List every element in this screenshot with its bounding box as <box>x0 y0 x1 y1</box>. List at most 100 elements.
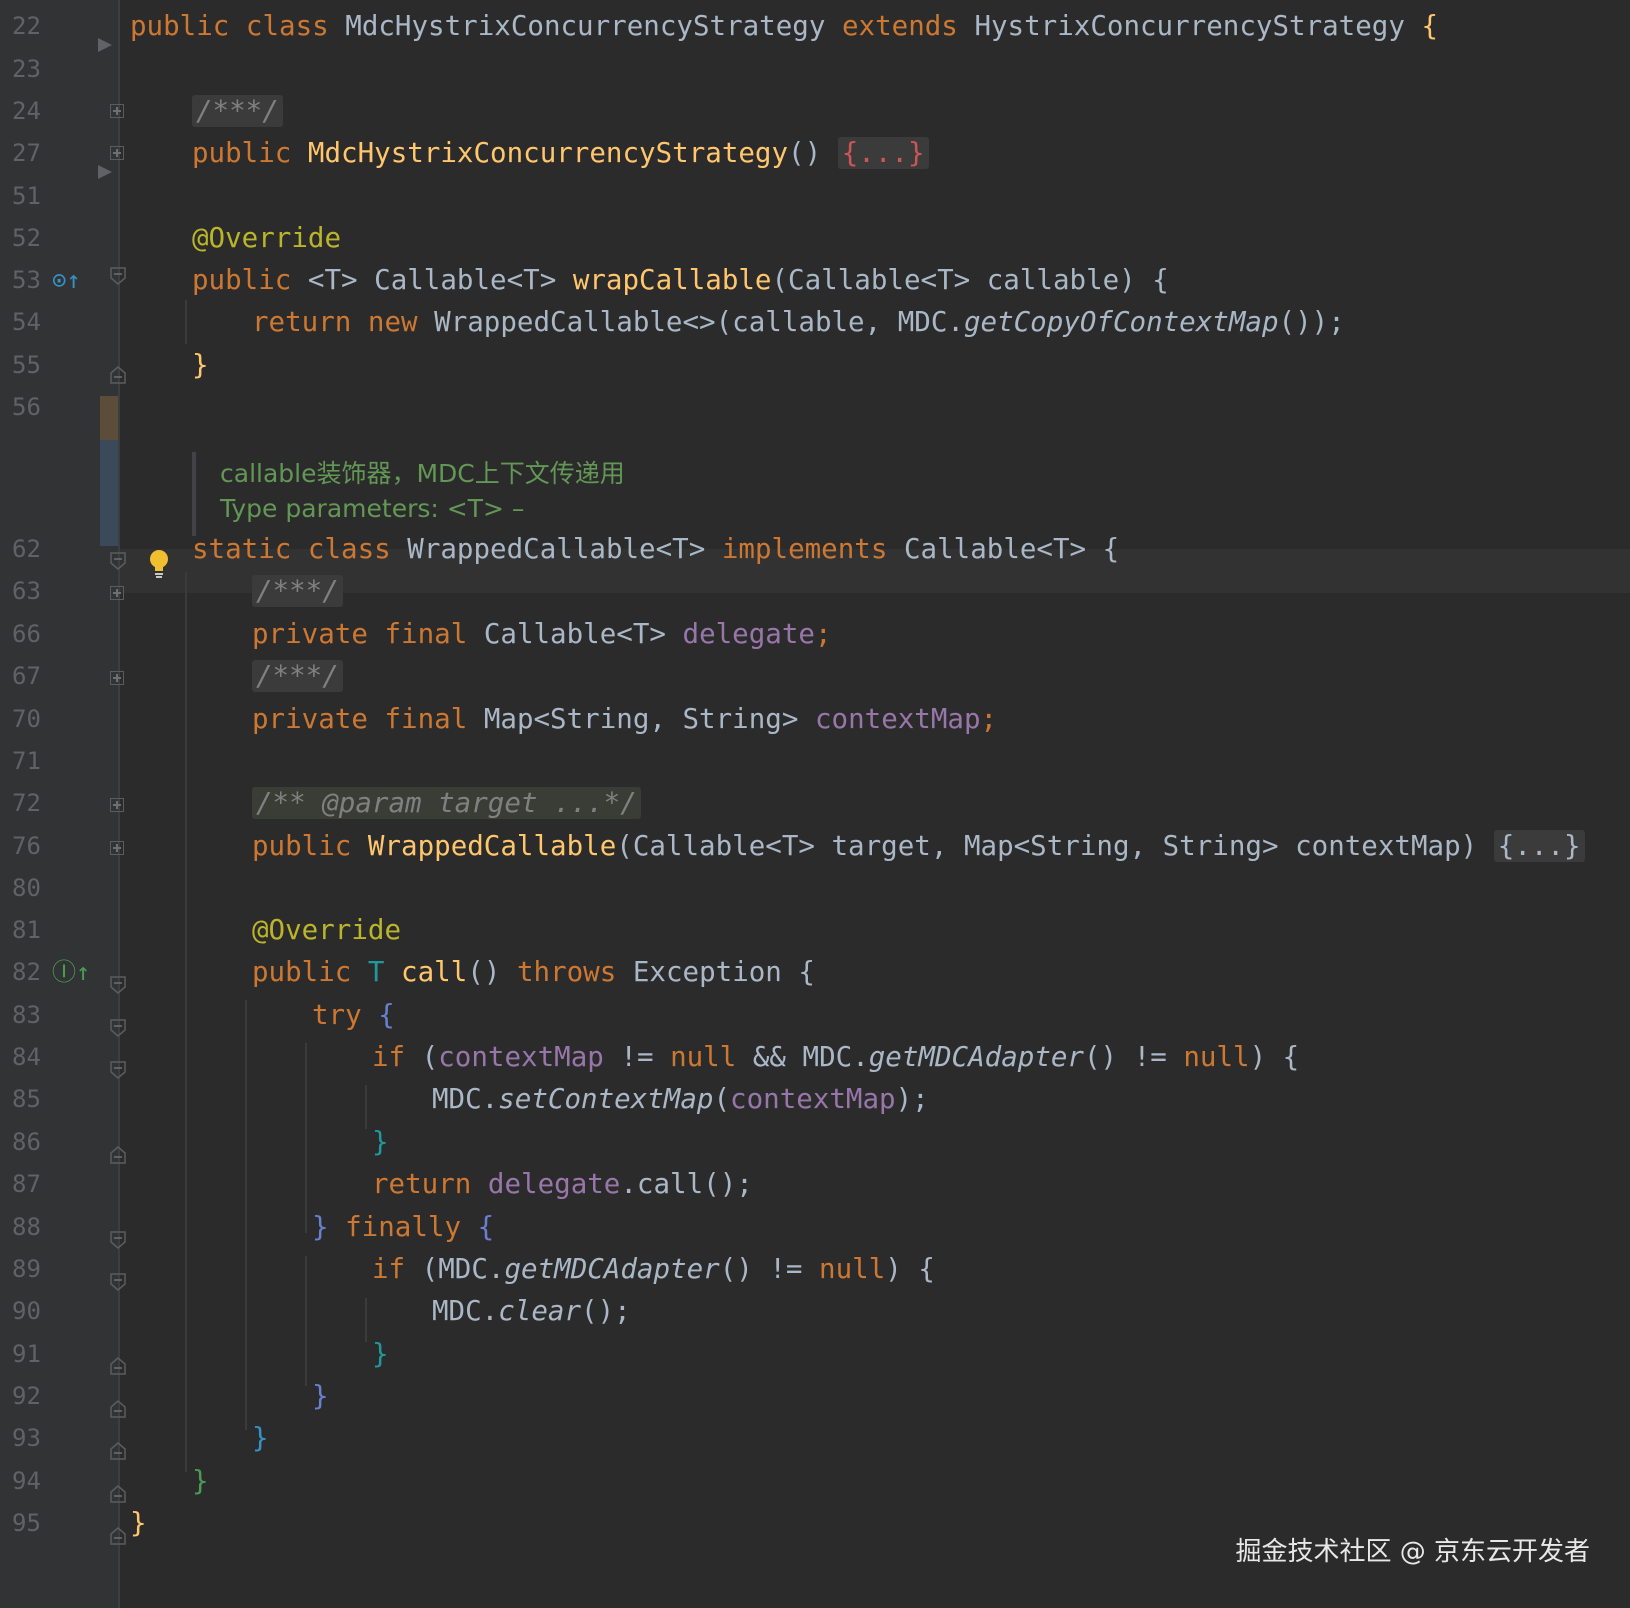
line-number[interactable]: 94 <box>12 1459 52 1503</box>
fold-down-icon[interactable] <box>110 1231 126 1249</box>
field-ref: contextMap <box>730 1083 896 1115</box>
code-line-52[interactable]: @Override <box>192 216 341 260</box>
line-number[interactable]: 52 <box>12 216 52 260</box>
line-number[interactable]: 70 <box>12 697 52 741</box>
line-number[interactable]: 91 <box>12 1332 52 1376</box>
field-ref: delegate <box>487 1168 621 1200</box>
folded-doc-comment[interactable]: /***/ <box>192 95 283 127</box>
line-number[interactable]: 80 <box>12 866 52 910</box>
code-line-81[interactable]: @Override <box>252 908 401 952</box>
code-line-76[interactable]: public WrappedCallable(Callable<T> targe… <box>252 824 1585 868</box>
fold-up-icon[interactable] <box>110 1400 126 1418</box>
code-line-53[interactable]: public <T> Callable<T> wrapCallable(Call… <box>192 258 1169 302</box>
fold-plus-icon[interactable] <box>110 146 124 160</box>
code-line-92[interactable]: } <box>312 1374 329 1418</box>
folded-doc-comment[interactable]: /***/ <box>252 660 343 692</box>
line-number[interactable]: 56 <box>12 385 52 429</box>
fold-plus-icon[interactable] <box>110 798 124 812</box>
line-number[interactable]: 87 <box>12 1162 52 1206</box>
code-line-94[interactable]: } <box>192 1459 209 1503</box>
line-number[interactable]: 22 <box>12 4 52 48</box>
folded-doc-comment[interactable]: /***/ <box>252 575 343 607</box>
code-line-88[interactable]: } finally { <box>312 1205 494 1249</box>
type-param: T <box>367 956 385 988</box>
code-line-87[interactable]: return delegate.call(); <box>372 1162 753 1206</box>
fold-down-icon[interactable] <box>110 552 126 570</box>
line-number[interactable]: 66 <box>12 612 52 656</box>
fold-up-icon[interactable] <box>110 1442 126 1460</box>
fold-down-icon[interactable] <box>110 1273 126 1291</box>
code-line-85[interactable]: MDC.setContextMap(contextMap); <box>432 1077 929 1121</box>
override-icon[interactable]: ⊙↑ <box>52 258 81 302</box>
fold-arrow-icon[interactable] <box>98 165 112 179</box>
code-line-27[interactable]: public MdcHystrixConcurrencyStrategy() {… <box>192 131 929 175</box>
brace: } <box>372 1126 389 1158</box>
line-number[interactable]: 92 <box>12 1374 52 1418</box>
line-number[interactable]: 84 <box>12 1035 52 1079</box>
code-line-70[interactable]: private final Map<String, String> contex… <box>252 697 997 741</box>
fold-up-icon[interactable] <box>110 1357 126 1375</box>
fold-up-icon[interactable] <box>110 1485 126 1503</box>
lightbulb-icon[interactable] <box>148 549 170 579</box>
code-line-55[interactable]: } <box>192 343 209 387</box>
code-line-95[interactable]: } <box>130 1501 147 1545</box>
code-line-24[interactable]: /***/ <box>192 89 283 133</box>
line-number[interactable]: 83 <box>12 993 52 1037</box>
line-number[interactable]: 76 <box>12 824 52 868</box>
code-line-83[interactable]: try { <box>312 993 395 1037</box>
fold-plus-icon[interactable] <box>110 841 124 855</box>
code-line-54[interactable]: return new WrappedCallable<>(callable, M… <box>252 300 1345 344</box>
line-number[interactable]: 88 <box>12 1205 52 1249</box>
field-name: contextMap <box>814 703 981 735</box>
code-line-91[interactable]: } <box>372 1332 389 1376</box>
line-number[interactable]: 89 <box>12 1247 52 1291</box>
fold-down-icon[interactable] <box>110 976 126 994</box>
fold-up-icon[interactable] <box>110 1527 126 1545</box>
line-number[interactable]: 23 <box>12 47 52 91</box>
folded-body[interactable]: {...} <box>1493 830 1585 862</box>
line-number[interactable]: 63 <box>12 569 52 613</box>
code-line-84[interactable]: if (contextMap != null && MDC.getMDCAdap… <box>372 1035 1299 1079</box>
fold-down-icon[interactable] <box>110 1019 126 1037</box>
fold-down-icon[interactable] <box>110 267 126 285</box>
code-line-72[interactable]: /** @param target ...*/ <box>252 781 641 825</box>
folded-body[interactable]: {...} <box>837 137 929 169</box>
code-line-67[interactable]: /***/ <box>252 654 343 698</box>
code-line-89[interactable]: if (MDC.getMDCAdapter() != null) { <box>372 1247 935 1291</box>
code-line-93[interactable]: } <box>252 1416 269 1460</box>
line-number[interactable]: 81 <box>12 908 52 952</box>
type: Map<String, String> <box>483 703 799 735</box>
fold-plus-icon[interactable] <box>110 104 124 118</box>
implements-icon[interactable]: Ⓘ↑ <box>52 950 90 994</box>
fold-down-icon[interactable] <box>110 1061 126 1079</box>
line-number[interactable]: 62 <box>12 527 52 571</box>
line-number[interactable]: 55 <box>12 343 52 387</box>
line-number[interactable]: 93 <box>12 1416 52 1460</box>
line-number[interactable]: 85 <box>12 1077 52 1121</box>
code-line-86[interactable]: } <box>372 1120 389 1164</box>
code-line-90[interactable]: MDC.clear(); <box>432 1289 631 1333</box>
fold-arrow-icon[interactable] <box>98 38 112 52</box>
line-number[interactable]: 51 <box>12 174 52 218</box>
line-number[interactable]: 90 <box>12 1289 52 1333</box>
fold-plus-icon[interactable] <box>110 671 124 685</box>
line-number[interactable]: 71 <box>12 739 52 783</box>
fold-up-icon[interactable] <box>110 366 126 384</box>
code-line-62[interactable]: static class WrappedCallable<T> implemen… <box>192 527 1119 571</box>
fold-plus-icon[interactable] <box>110 586 124 600</box>
line-number[interactable]: 95 <box>12 1501 52 1545</box>
line-number[interactable]: 53 <box>12 258 52 302</box>
code-line-82[interactable]: public T call() throws Exception { <box>252 950 815 994</box>
line-number[interactable]: 82 <box>12 950 52 994</box>
code-line-63[interactable]: /***/ <box>252 569 343 613</box>
line-number[interactable]: 72 <box>12 781 52 825</box>
line-number[interactable]: 67 <box>12 654 52 698</box>
folded-doc-comment[interactable]: /** @param target ...*/ <box>252 787 641 819</box>
line-number[interactable]: 86 <box>12 1120 52 1164</box>
fold-up-icon[interactable] <box>110 1146 126 1164</box>
line-number[interactable]: 24 <box>12 89 52 133</box>
code-line-22[interactable]: public class MdcHystrixConcurrencyStrate… <box>130 4 1438 48</box>
line-number[interactable]: 27 <box>12 131 52 175</box>
line-number[interactable]: 54 <box>12 300 52 344</box>
code-line-66[interactable]: private final Callable<T> delegate; <box>252 612 832 656</box>
